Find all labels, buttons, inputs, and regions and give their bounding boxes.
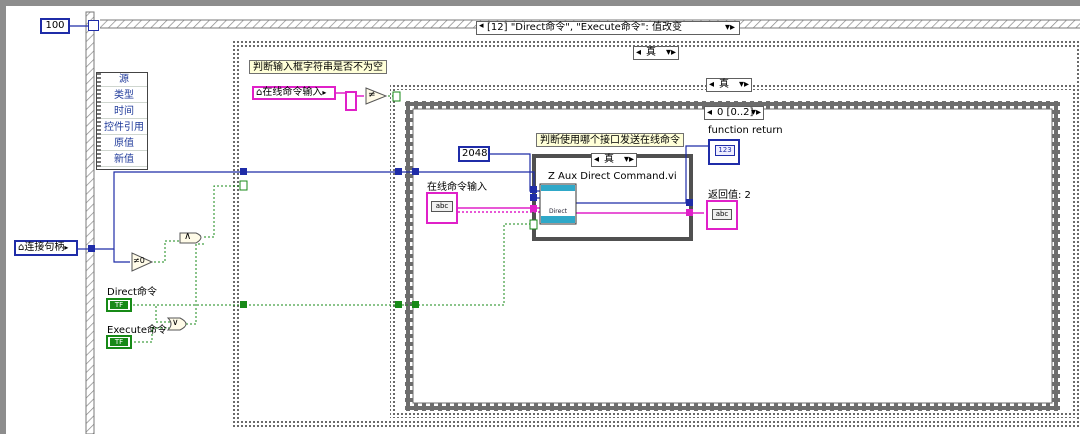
dropdown-icon[interactable]: ▾▸ [739, 79, 749, 91]
online-cmd-control-label: 在线命令输入 [427, 182, 487, 193]
loop-count-constant[interactable]: 100 [40, 18, 70, 34]
loop-count-value: 100 [45, 20, 65, 31]
left-arrow-icon[interactable]: ◂ [636, 47, 641, 59]
sequence-selector[interactable]: 0 [0..2] ▾▸ ◂ [704, 106, 764, 120]
event-case-selector[interactable]: [12] "Direct命令", "Execute命令": 值改变 ▾▸ [476, 21, 740, 35]
string-type-glyph: abc [712, 209, 732, 220]
case-outer-selector[interactable]: 真 ▾▸ ◂ [633, 46, 679, 60]
case-outer-comment: 判断输入框字符串是否不为空 [249, 60, 387, 74]
return-value-label: 返回值: 2 [708, 190, 751, 201]
constant-2048-value: 2048 [462, 148, 488, 159]
arrow-right-icon: ▸ [64, 243, 69, 252]
not-equal-zero-symbol: ≠0 [133, 256, 145, 265]
function-return-indicator[interactable]: 123 [708, 139, 740, 165]
bool-type-glyph: TF [110, 301, 128, 309]
numeric-type-glyph: 123 [715, 145, 735, 156]
execute-cmd-label: Execute命令 [107, 325, 167, 336]
while-loop-frame [85, 11, 95, 434]
case-inner-selector[interactable]: 真 ▾▸ ◂ [591, 153, 637, 167]
subvi-name-label: Z Aux Direct Command.vi [548, 171, 677, 182]
event-data-item[interactable]: 源 [101, 73, 147, 87]
sequence-frame-label: 0 [0..2] [717, 107, 754, 118]
connection-handle-label: 连接句柄 [24, 242, 65, 253]
constant-2048[interactable]: 2048 [458, 146, 490, 162]
direct-cmd-label: Direct命令 [107, 287, 157, 298]
dropdown-icon[interactable]: ▾▸ [624, 154, 634, 166]
function-return-label: function return [708, 125, 783, 136]
bool-type-glyph: TF [110, 338, 128, 346]
connection-handle-local-variable[interactable]: ⌂连接句柄▸ [14, 240, 78, 256]
left-arrow-icon[interactable]: ◂ [709, 79, 714, 91]
online-cmd-string-control[interactable]: abc [426, 192, 458, 224]
event-data-item[interactable]: 类型 [101, 89, 147, 103]
case-middle-selector[interactable]: 真 ▾▸ ◂ [706, 78, 752, 92]
numeric-type-text: 123 [718, 146, 732, 154]
dropdown-icon[interactable]: ▾▸ [666, 47, 676, 59]
selector-dropdown-icon[interactable]: ▾▸ [725, 22, 735, 34]
local-var-label: 在线命令输入 [262, 87, 323, 98]
event-case-label: [12] "Direct命令", "Execute命令": 值改变 [487, 22, 682, 33]
event-data-item[interactable]: 时间 [101, 105, 147, 119]
event-data-item[interactable]: 原值 [101, 137, 147, 151]
return-value-indicator[interactable]: abc [706, 200, 738, 230]
and-symbol: ∧ [184, 231, 192, 242]
bool-type-text: TF [114, 301, 124, 309]
event-data-item[interactable]: 控件引用 [101, 121, 147, 135]
string-type-text: abc [715, 210, 729, 218]
bool-type-text: TF [114, 338, 124, 346]
case-inner-comment: 判断使用哪个接口发送在线命令 [536, 133, 684, 147]
block-diagram: 100 [12] "Direct命令", "Execute命令": 值改变 ▾▸… [0, 0, 1080, 434]
subvi-icon-text[interactable]: Direct [549, 208, 567, 215]
case-outer-value: 真 [646, 47, 656, 58]
loop-count-terminal [88, 20, 99, 31]
execute-cmd-bool-control[interactable]: TF [106, 335, 132, 349]
event-data-item[interactable]: 新值 [101, 153, 147, 167]
selector-left-arrow-icon[interactable]: ◂ [479, 21, 484, 31]
left-arrow-icon[interactable]: ◂ [594, 154, 599, 166]
not-equal-symbol: ≠ [368, 90, 376, 100]
arrow-right-icon: ▸ [322, 88, 327, 97]
diagram-wires [70, 11, 1080, 434]
string-type-glyph: abc [431, 201, 453, 212]
online-cmd-local-variable[interactable]: ⌂在线命令输入▸ [252, 86, 336, 100]
direct-cmd-bool-control[interactable]: TF [106, 298, 132, 312]
case-middle-value: 真 [719, 79, 729, 90]
or-symbol: ∨ [172, 318, 179, 328]
dropdown-icon[interactable]: ▾▸ [751, 107, 761, 119]
case-inner-value: 真 [604, 154, 614, 165]
string-type-text: abc [435, 202, 449, 210]
left-arrow-icon[interactable]: ◂ [707, 107, 712, 119]
event-data-node: 源 类型 时间 控件引用 原值 新值 [96, 72, 148, 170]
empty-string-constant [345, 91, 357, 111]
subvi-icon [539, 183, 577, 225]
